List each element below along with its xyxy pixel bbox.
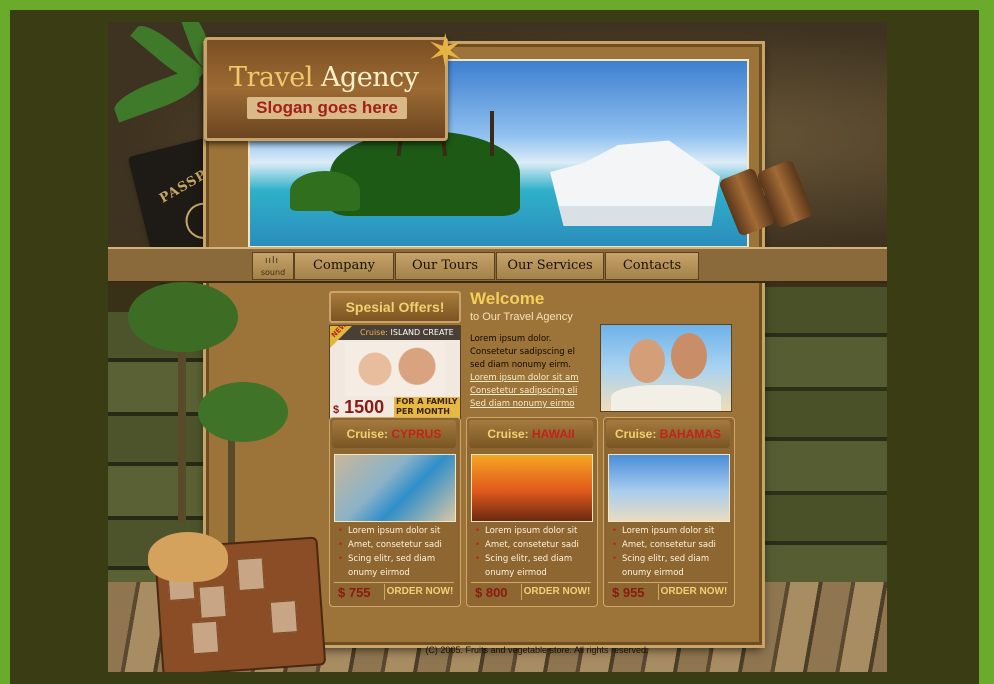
welcome-line: Lorem ipsum dolor. [470, 334, 552, 344]
cyprus-resort-photo[interactable] [334, 454, 456, 522]
offer-price: $ 1500 [333, 397, 384, 418]
sound-label: sound [260, 268, 286, 277]
offer-cruise-name: ISLAND CREATE [390, 328, 454, 337]
cruise-bullet: Lorem ipsum dolor sit [612, 524, 734, 538]
cruise-footer: $ 955 ORDER NOW! [608, 582, 728, 601]
palm-tree-icon [178, 322, 186, 522]
site-logo: Travel Agency [229, 62, 419, 93]
cruise-card-cyprus: Cruise: CYPRUS Lorem ipsum dolor sit Ame… [329, 417, 461, 607]
cruise-bullet: Amet, consetetur sadi [338, 538, 460, 552]
cruise-bullet: Amet, consetetur sadi [612, 538, 734, 552]
face-icon [671, 333, 707, 379]
site-stage: PASSPORT Travel Agency Slogan goes here … [108, 22, 887, 672]
cruise-name: HAWAII [532, 427, 575, 441]
cruise-bullet: Amet, consetetur sadi [475, 538, 597, 552]
new-badge-label: NEW [329, 325, 349, 340]
welcome-line: sed diam nonumy eirm. [470, 360, 571, 370]
welcome-line: Consetetur sadipscing el [470, 347, 575, 357]
cruise-bullet: Lorem ipsum dolor sit [338, 524, 460, 538]
order-now-button[interactable]: ORDER NOW! [384, 584, 455, 600]
hawaii-sunset-photo[interactable] [471, 454, 593, 522]
cruise-bullet-cont: onumy eirmod [622, 568, 684, 578]
nav-contacts[interactable]: Contacts [605, 252, 699, 280]
copyright: (C) 2005. Fruits and vegetable store. Al… [425, 645, 649, 655]
cruise-price: $ 755 [338, 585, 371, 600]
cruise-prefix: Cruise: [614, 427, 657, 441]
special-offers-heading: Spesial Offers! [329, 291, 461, 323]
cruise-card-title: Cruise: BAHAMAS [606, 420, 730, 448]
offer-note-line2: PER MONTH [396, 407, 450, 416]
palm-leaf-icon [198, 382, 288, 442]
cruise-ship-icon [550, 140, 720, 226]
sound-bars-icon: ıılı [265, 256, 280, 266]
starfish-icon: ✶ [426, 24, 465, 78]
welcome-link[interactable]: Consetetur sadipscing eli [470, 385, 600, 398]
cruise-footer: $ 800 ORDER NOW! [471, 582, 591, 601]
cruise-card-title: Cruise: HAWAII [469, 420, 593, 448]
cruise-bullet-cont: onumy eirmod [348, 568, 410, 578]
main-nav: ıılı sound Company Our Tours Our Service… [108, 247, 887, 283]
logo-board[interactable]: Travel Agency Slogan goes here [204, 37, 448, 141]
hat-icon [148, 532, 228, 582]
offer-note: FOR A FAMILY PER MONTH [394, 397, 460, 418]
cruise-bullet-cont: onumy eirmod [485, 568, 547, 578]
logo-word-2: Agency [320, 62, 419, 93]
binoculars-icon [718, 159, 816, 240]
special-offer-banner[interactable]: Cruise: ISLAND CREATE NEW $ 1500 FOR A F… [329, 325, 461, 420]
palm-tree-icon [490, 111, 494, 156]
welcome-link[interactable]: Lorem ipsum dolor sit am [470, 372, 600, 385]
cruise-bullet: Scing elitr, sed diam [338, 552, 460, 566]
wood-planks-right [758, 287, 887, 587]
offer-cruise-prefix: Cruise: [360, 328, 388, 337]
cruise-name: CYPRUS [391, 427, 442, 441]
lei-icon [611, 385, 721, 411]
cruise-card-hawaii: Cruise: HAWAII Lorem ipsum dolor sit Ame… [466, 417, 598, 607]
cruise-price: $ 955 [612, 585, 645, 600]
offer-note-line1: FOR A FAMILY [396, 397, 458, 406]
sound-toggle[interactable]: ıılı sound [252, 252, 294, 280]
cruise-bullet: Lorem ipsum dolor sit [475, 524, 597, 538]
palm-leaf-icon [128, 282, 238, 352]
cruise-prefix: Cruise: [346, 427, 388, 441]
welcome-title: Welcome [470, 289, 545, 308]
offer-price-value: 1500 [344, 397, 385, 417]
cruise-bullets: Lorem ipsum dolor sit Amet, consetetur s… [471, 524, 597, 580]
cruise-bullet: Scing elitr, sed diam [475, 552, 597, 566]
cruise-bullet: Scing elitr, sed diam [612, 552, 734, 566]
welcome-link[interactable]: Sed diam nonumy eirmo [470, 398, 600, 411]
cruise-footer: $ 755 ORDER NOW! [334, 582, 454, 601]
island-icon [290, 171, 360, 211]
logo-word-1: Travel [229, 62, 313, 93]
order-now-button[interactable]: ORDER NOW! [658, 584, 729, 600]
bahamas-beach-photo[interactable] [608, 454, 730, 522]
couple-photo [345, 342, 445, 396]
nav-company[interactable]: Company [294, 252, 394, 280]
cruise-bullets: Lorem ipsum dolor sit Amet, consetetur s… [608, 524, 734, 580]
order-now-button[interactable]: ORDER NOW! [521, 584, 592, 600]
cruise-card-title: Cruise: CYPRUS [332, 420, 456, 448]
nav-our-services[interactable]: Our Services [496, 252, 604, 280]
welcome-subtitle: to Our Travel Agency [470, 311, 573, 323]
face-icon [629, 339, 665, 383]
offer-currency: $ [333, 404, 340, 416]
nav-our-tours[interactable]: Our Tours [395, 252, 495, 280]
cruise-card-bahamas: Cruise: BAHAMAS Lorem ipsum dolor sit Am… [603, 417, 735, 607]
slogan: Slogan goes here [247, 97, 407, 119]
cruise-prefix: Cruise: [487, 427, 529, 441]
cruise-name: BAHAMAS [659, 427, 722, 441]
cruise-price: $ 800 [475, 585, 508, 600]
seniors-photo [600, 324, 732, 412]
welcome-text: Lorem ipsum dolor. Consetetur sadipscing… [470, 333, 600, 411]
cruise-bullets: Lorem ipsum dolor sit Amet, consetetur s… [334, 524, 460, 580]
